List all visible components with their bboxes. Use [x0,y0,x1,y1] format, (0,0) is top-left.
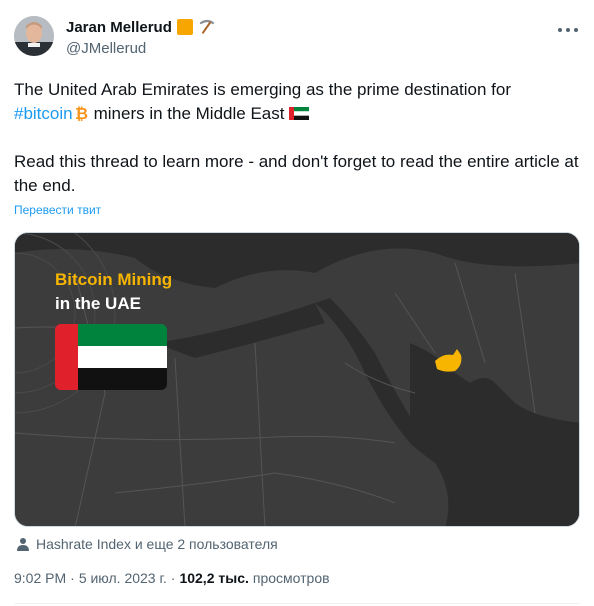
tagged-users[interactable]: Hashrate Index и еще 2 пользователя [16,534,278,554]
translate-tweet-link[interactable]: Перевести твит [14,203,101,217]
bitcoin-icon: ₿ [75,105,88,121]
author-display-name[interactable]: Jaran Mellerud [66,19,172,36]
author-name-row: Jaran Mellerud [66,17,216,37]
hashtag-link[interactable]: #bitcoin [14,104,73,123]
tweet-media-image[interactable]: Bitcoin Mining in the UAE [14,232,580,527]
divider [14,603,580,604]
tweet-date[interactable]: 5 июл. 2023 г. [79,570,167,586]
meta-separator: · [70,570,75,586]
more-options-icon[interactable] [558,20,578,40]
uae-flag-graphic [55,324,167,390]
orange-square-icon [176,19,193,35]
tagged-users-label: Hashrate Index и еще 2 пользователя [36,536,278,552]
tweet-line-1: The United Arab Emirates is emerging as … [14,80,512,99]
tweet-line-2: miners in the Middle East [93,104,285,123]
tweet-time[interactable]: 9:02 PM [14,570,66,586]
avatar[interactable] [14,16,54,56]
tweet-paragraph-1: The United Arab Emirates is emerging as … [14,78,580,126]
author-handle[interactable]: @JMellerud [66,40,146,57]
svg-text:₿: ₿ [75,105,88,121]
views-count: 102,2 тыс. [179,570,249,586]
views-label: просмотров [252,570,330,586]
uae-flag-icon [289,107,310,120]
avatar-photo-icon [14,16,54,56]
media-title-line-2: in the UAE [55,294,141,313]
person-icon [17,538,29,551]
meta-separator-2: · [170,570,176,586]
pickaxe-icon [199,19,214,34]
media-title: Bitcoin Mining in the UAE [55,268,172,316]
tweet-paragraph-2: Read this thread to learn more - and don… [14,152,579,195]
tweet-card: Jaran Mellerud @JMellerud The United Ara… [0,0,594,606]
media-title-line-1: Bitcoin Mining [55,270,173,289]
tweet-text: The United Arab Emirates is emerging as … [14,78,580,198]
tweet-meta: 9:02 PM · 5 июл. 2023 г. · 102,2 тыс. пр… [14,570,330,586]
